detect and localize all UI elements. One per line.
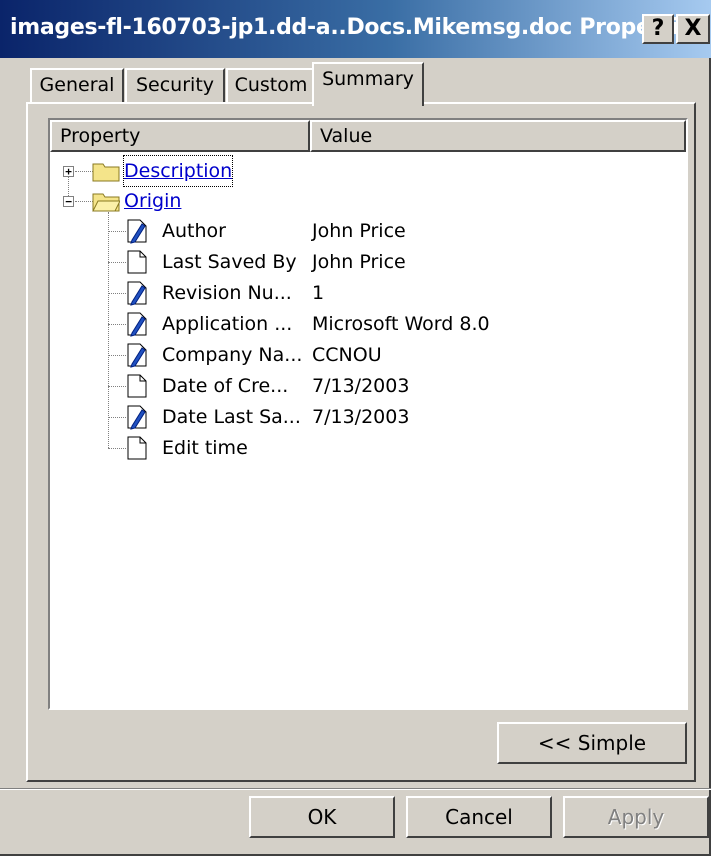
property-row[interactable]: Revision Nu... 1: [50, 278, 680, 308]
tree-line: [108, 293, 126, 294]
property-row[interactable]: Author John Price: [50, 216, 680, 246]
group-label[interactable]: Description: [122, 155, 234, 187]
property-row[interactable]: Date of Cre... 7/13/2003: [50, 371, 680, 401]
window-title: images-fl-160703-jp1.dd-a..Docs.Mikemsg.…: [10, 15, 706, 40]
tab-general[interactable]: General: [30, 68, 124, 102]
property-name: Application ...: [162, 313, 293, 335]
tab-custom[interactable]: Custom: [226, 68, 316, 102]
group-origin[interactable]: − Origin: [50, 186, 650, 216]
column-header-property[interactable]: Property: [50, 120, 310, 152]
tree-line: [108, 417, 126, 418]
document-icon: [127, 250, 147, 274]
simple-button[interactable]: << Simple: [497, 722, 687, 764]
property-row[interactable]: Last Saved By John Price: [50, 247, 680, 277]
property-name: Company Na...: [162, 344, 303, 366]
tree-line: [108, 324, 126, 325]
property-value: John Price: [312, 251, 406, 273]
apply-button[interactable]: Apply: [563, 796, 709, 838]
title-bar[interactable]: images-fl-160703-jp1.dd-a..Docs.Mikemsg.…: [0, 0, 711, 58]
property-name: Revision Nu...: [162, 282, 292, 304]
tree-line: [75, 171, 93, 172]
property-value: Microsoft Word 8.0: [312, 313, 490, 335]
property-name: Date of Cre...: [162, 375, 289, 397]
column-header-value[interactable]: Value: [310, 120, 686, 152]
pen-document-icon: [127, 343, 147, 368]
property-row[interactable]: Application ... Microsoft Word 8.0: [50, 309, 680, 339]
property-name: Date Last Sa...: [162, 406, 301, 428]
open-folder-icon: [92, 193, 120, 212]
cancel-button[interactable]: Cancel: [406, 796, 552, 838]
tree-line: [108, 386, 126, 387]
tree-line: [108, 231, 126, 232]
property-name: Last Saved By: [162, 251, 297, 273]
help-button[interactable]: ?: [642, 14, 674, 44]
pen-document-icon: [127, 405, 147, 430]
property-name: Author: [162, 220, 226, 242]
close-button[interactable]: X: [676, 14, 710, 44]
property-row[interactable]: Company Na... CCNOU: [50, 340, 680, 370]
expand-icon[interactable]: +: [63, 166, 74, 177]
document-icon: [127, 374, 147, 398]
tab-summary[interactable]: Summary: [312, 62, 424, 106]
tree-line: [108, 355, 126, 356]
tree-line: [108, 448, 126, 449]
group-label[interactable]: Origin: [124, 186, 181, 216]
property-value: 7/13/2003: [312, 375, 410, 397]
property-row[interactable]: Date Last Sa... 7/13/2003: [50, 402, 680, 432]
property-name: Edit time: [162, 437, 248, 459]
pen-document-icon: [127, 219, 147, 244]
tree-line: [108, 262, 126, 263]
divider: [0, 788, 711, 790]
tree-line: [75, 201, 93, 202]
folder-icon: [92, 163, 120, 182]
document-icon: [127, 436, 147, 460]
properties-list[interactable]: Property Value + Description − Origin Au…: [48, 118, 688, 710]
tab-security[interactable]: Security: [125, 68, 225, 102]
property-value: 7/13/2003: [312, 406, 410, 428]
properties-dialog: images-fl-160703-jp1.dd-a..Docs.Mikemsg.…: [0, 0, 711, 856]
property-value: 1: [312, 282, 325, 304]
collapse-icon[interactable]: −: [63, 196, 74, 207]
ok-button[interactable]: OK: [249, 796, 395, 838]
pen-document-icon: [127, 312, 147, 337]
property-value: CCNOU: [312, 344, 382, 366]
property-value: John Price: [312, 220, 406, 242]
group-description[interactable]: + Description: [50, 155, 650, 187]
property-row[interactable]: Edit time: [50, 433, 680, 463]
pen-document-icon: [127, 281, 147, 306]
